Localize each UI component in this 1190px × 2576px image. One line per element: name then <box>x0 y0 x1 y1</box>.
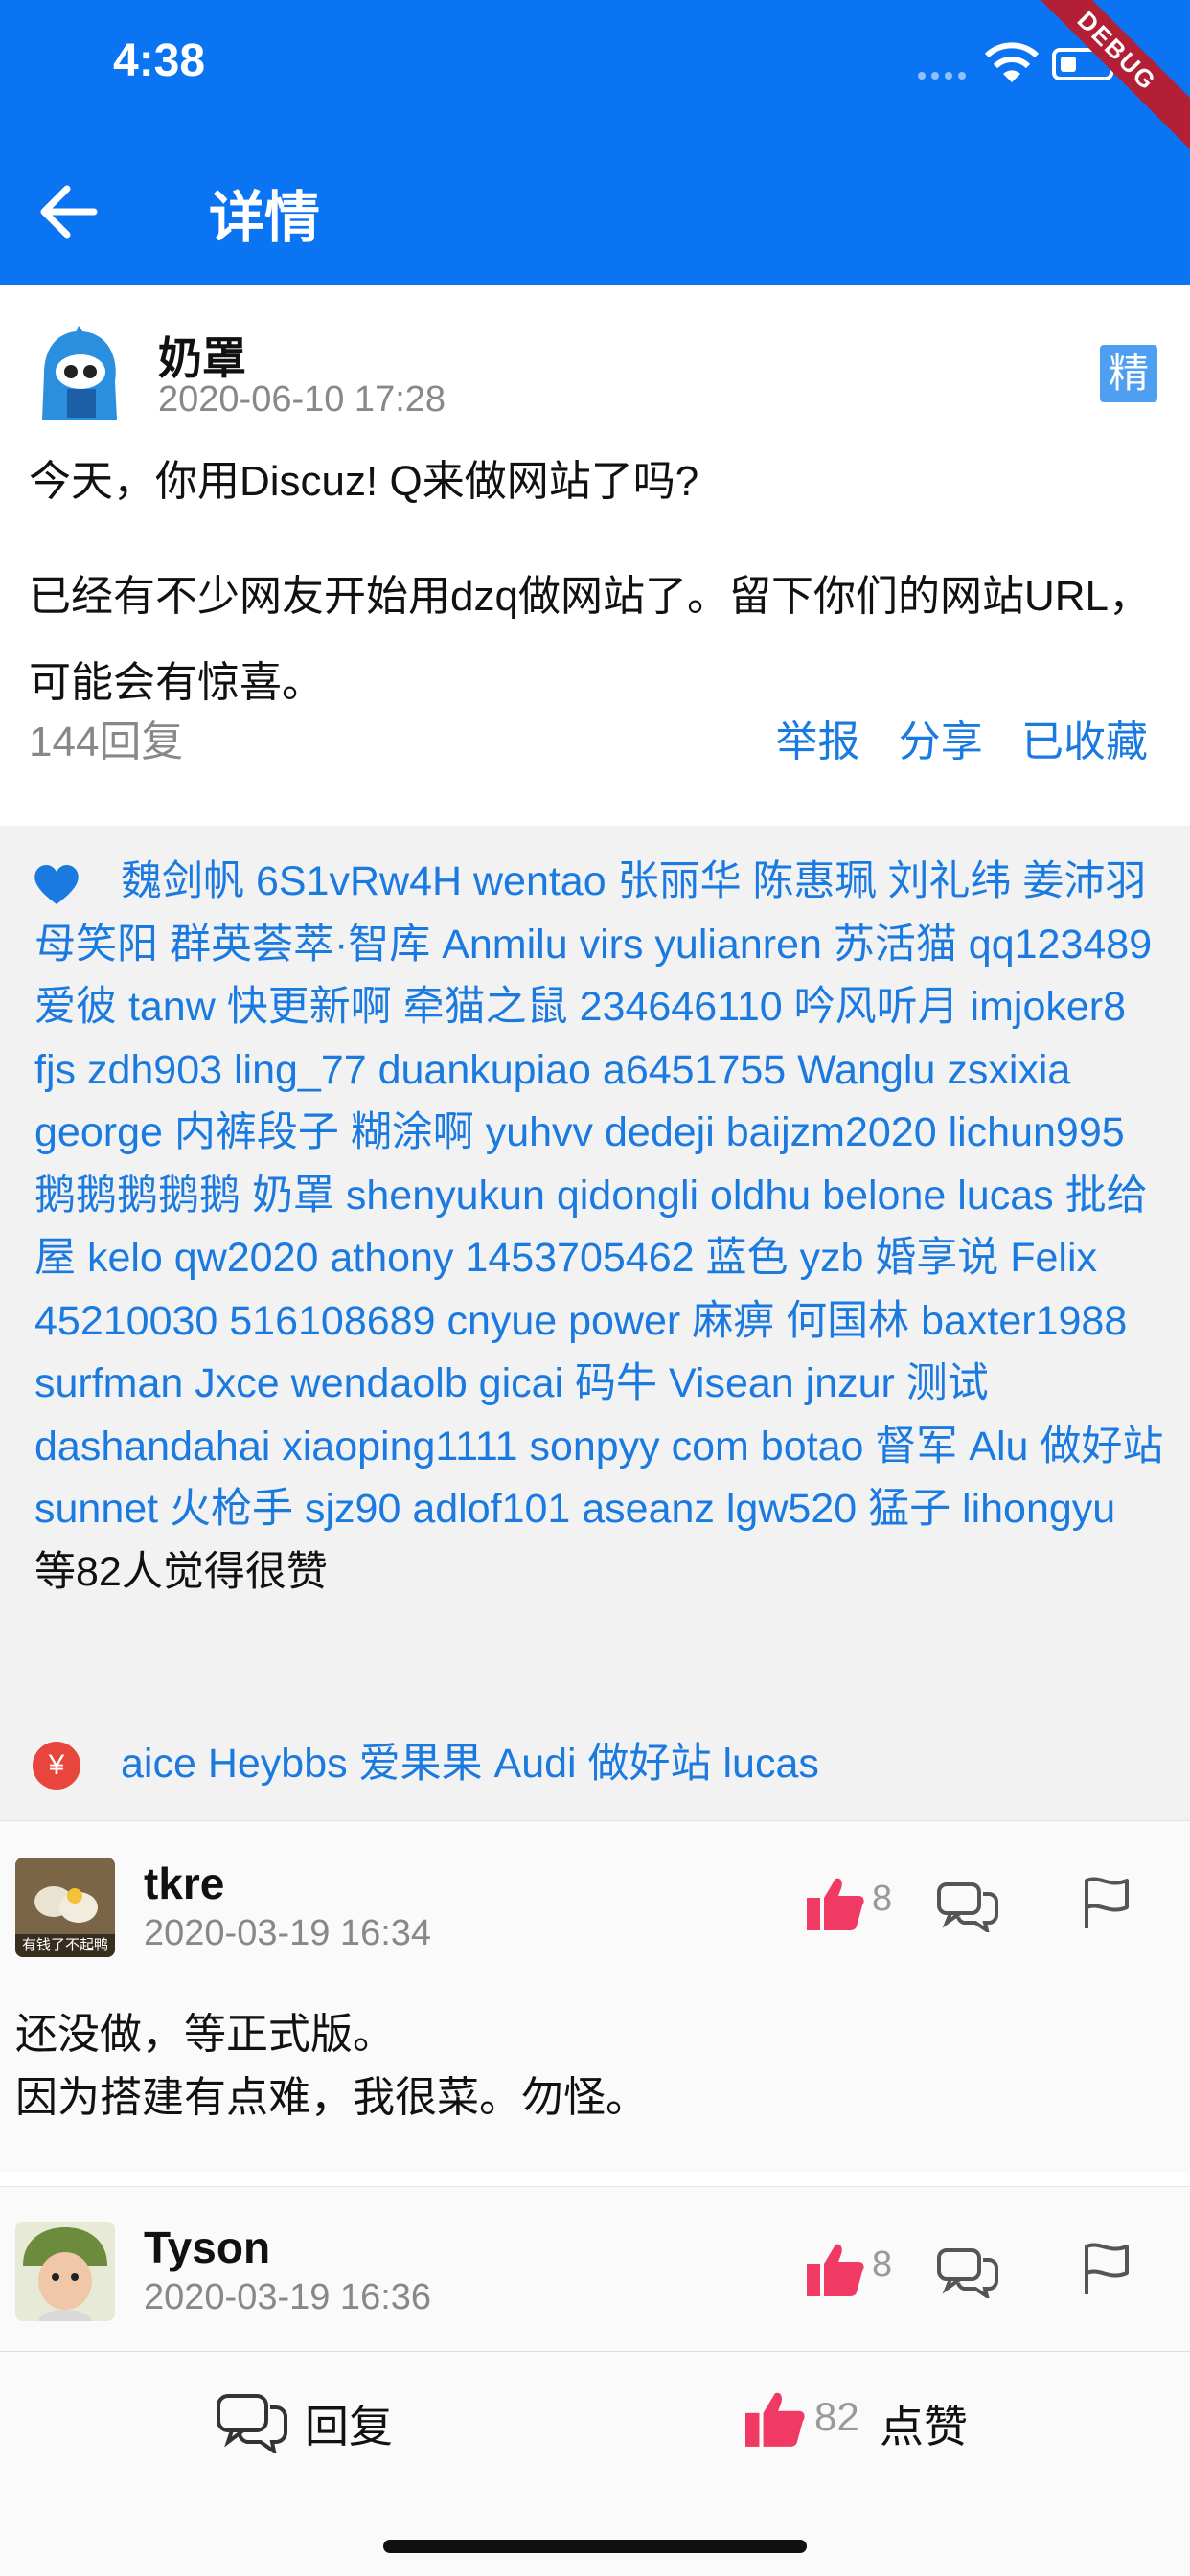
comment-like-count: 8 <box>872 1879 893 1919</box>
comment-item: 有钱了不起鸭 tkre 2020-03-19 16:34 8 还没做，等正式版。… <box>0 1820 1190 2172</box>
essence-badge: 精 <box>1100 345 1157 402</box>
author-name[interactable]: 奶罩 <box>158 324 246 387</box>
reply-label: 回复 <box>305 2402 393 2451</box>
favorite-button[interactable]: 已收藏 <box>1021 718 1148 765</box>
avatar-caption: 有钱了不起鸭 <box>21 1937 108 1953</box>
reply-button[interactable]: 回复 <box>192 2371 422 2467</box>
bottom-action-bar: 回复 82 点赞 <box>0 2351 1190 2576</box>
comment-author[interactable]: Tyson <box>144 2222 270 2273</box>
chat-bubbles-icon[interactable] <box>937 2245 998 2298</box>
arrow-left-icon[interactable] <box>34 178 102 245</box>
yen-icon: ¥ <box>33 1742 80 1790</box>
avatar[interactable] <box>15 2222 115 2321</box>
home-indicator <box>383 2540 807 2553</box>
avatar[interactable] <box>29 324 128 423</box>
thumbs-up-icon <box>745 2392 805 2447</box>
app-bar: 4:38 DEBUG 详情 <box>0 0 1190 285</box>
status-time: 4:38 <box>113 35 206 86</box>
comment-text-line: 因为搭建有点难，我很菜。勿怪。 <box>15 2074 648 2121</box>
comment-time: 2020-03-19 16:34 <box>144 1913 432 1953</box>
reply-count: 144回复 <box>29 718 184 765</box>
share-button[interactable]: 分享 <box>899 718 983 765</box>
post-card: 奶罩 2020-06-10 17:28 精 今天，你用Discuz! Q来做网站… <box>0 285 1190 826</box>
chat-bubbles-icon <box>217 2394 287 2453</box>
comment-time: 2020-03-19 16:36 <box>144 2277 432 2317</box>
comment-text: 还没做，等正式版。 因为搭建有点难，我很菜。勿怪。 <box>15 2003 648 2130</box>
like-count: 82 <box>814 2394 859 2439</box>
report-button[interactable]: 举报 <box>776 718 860 765</box>
likes-panel: 魏剑帆 6S1vRw4H wentao 张丽华 陈惠珮 刘礼纬 姜沛羽 母笑阳 … <box>0 826 1190 1820</box>
reward-list[interactable]: aice Heybbs 爱果果 Audi 做好站 lucas <box>121 1730 819 1790</box>
page-title: 详情 <box>209 187 321 249</box>
like-label: 点赞 <box>880 2402 968 2451</box>
post-body: 已经有不少网友开始用dzq做网站了。留下你们的网站URL，可能会有惊喜。 <box>29 573 1151 706</box>
comment-text-line: 还没做，等正式版。 <box>15 2011 395 2058</box>
comment-item: Tyson 2020-03-19 16:36 8 <box>0 2186 1190 2352</box>
comment-author[interactable]: tkre <box>144 1858 224 1909</box>
like-button[interactable]: 82 点赞 <box>728 2371 977 2467</box>
signal-icon <box>918 67 973 80</box>
wifi-icon <box>984 42 1040 82</box>
post-title: 今天，你用Discuz! Q来做网站了吗? <box>29 458 699 505</box>
post-time: 2020-06-10 17:28 <box>158 379 446 420</box>
thumbs-up-icon[interactable] <box>807 2243 864 2296</box>
flag-icon[interactable] <box>1083 1877 1131 1928</box>
liker-names[interactable]: 魏剑帆 6S1vRw4H wentao 张丽华 陈惠珮 刘礼纬 姜沛羽 母笑阳 … <box>34 858 1163 1532</box>
flag-icon[interactable] <box>1083 2243 1131 2294</box>
liker-list[interactable]: 魏剑帆 6S1vRw4H wentao 张丽华 陈惠珮 刘礼纬 姜沛羽 母笑阳 … <box>34 851 1165 1604</box>
chat-bubbles-icon[interactable] <box>937 1879 998 1932</box>
post-actions: 举报 分享 已收藏 <box>749 707 1148 768</box>
avatar[interactable]: 有钱了不起鸭 <box>15 1858 115 1957</box>
thumbs-up-icon[interactable] <box>807 1877 864 1930</box>
like-summary: 等82人觉得很赞 <box>34 1548 328 1595</box>
comment-like-count: 8 <box>872 2245 893 2285</box>
